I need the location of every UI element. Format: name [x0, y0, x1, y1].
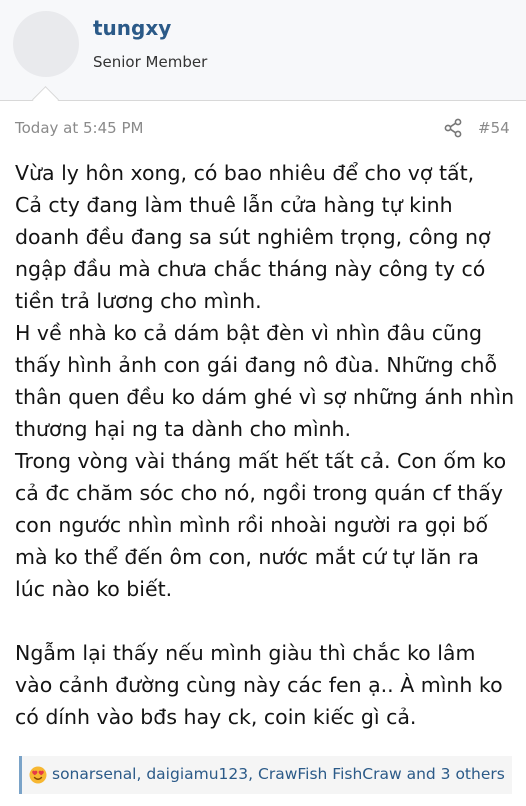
post-paragraph: H về nhà ko cả dám bật đèn vì nhìn đâu c…: [15, 321, 515, 441]
header-divider: [0, 100, 526, 101]
post-paragraph: Trong vòng vài tháng mất hết tất cả. Con…: [15, 449, 507, 601]
post-body: Vừa ly hôn xong, có bao nhiêu để cho vợ …: [15, 157, 515, 733]
post-author-header: tungxy Senior Member: [0, 0, 526, 100]
author-title: Senior Member: [93, 53, 208, 71]
post-paragraph: Cả cty đang làm thuê lẫn cửa hàng tự kin…: [15, 193, 491, 313]
reactions-bar[interactable]: sonarsenal, daigiamu123, CrawFish FishCr…: [19, 756, 512, 794]
share-icon[interactable]: [443, 118, 463, 138]
post-paragraph: Ngẫm lại thấy nếu mình giàu thì chắc ko …: [15, 641, 503, 729]
reaction-users[interactable]: sonarsenal, daigiamu123, CrawFish FishCr…: [52, 765, 505, 783]
post-timestamp[interactable]: Today at 5:45 PM: [15, 119, 143, 137]
author-username[interactable]: tungxy: [93, 16, 171, 40]
love-reaction-icon: [29, 766, 47, 784]
avatar[interactable]: [13, 11, 79, 77]
post-paragraph: Vừa ly hôn xong, có bao nhiêu để cho vợ …: [15, 161, 475, 185]
post-number[interactable]: #54: [478, 119, 510, 137]
post-meta-bar: Today at 5:45 PM #54: [0, 116, 526, 140]
